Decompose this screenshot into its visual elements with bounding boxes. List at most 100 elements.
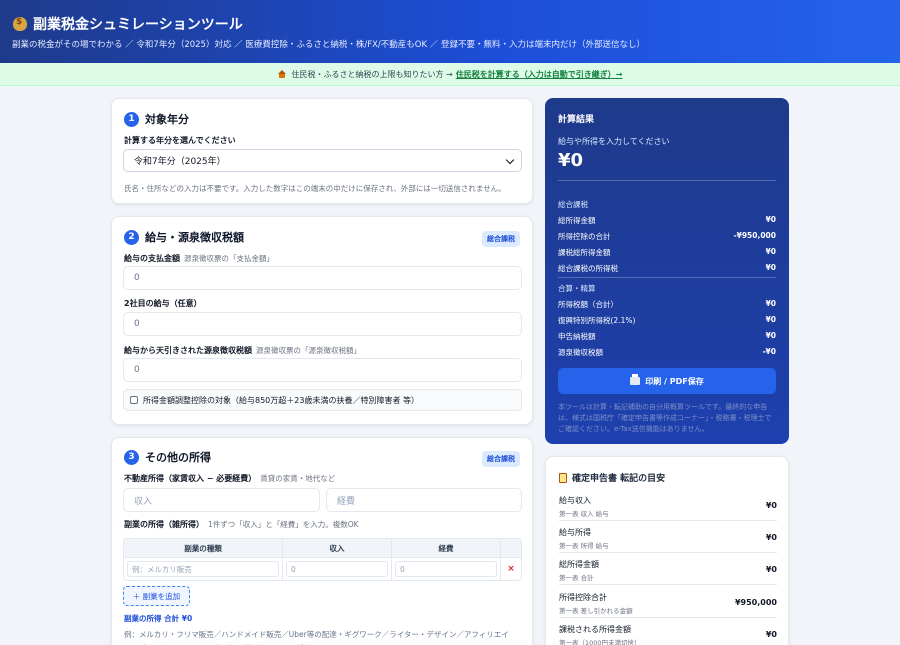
row-value: -¥0 [762, 347, 776, 356]
app-header: 副業税金シュミレーションツール 副業の税金がその場でわかる ／ 令和7年分（20… [0, 0, 900, 63]
summary-row-value: ¥0 [765, 501, 777, 510]
withholding-hint: 源泉徴収票の「源泉徴収税額」 [256, 346, 361, 355]
withholding-input[interactable]: 0 [123, 358, 522, 382]
expense-cell: 0 [392, 558, 501, 580]
summary-row-label: 給与所得 [559, 528, 591, 537]
salary-label-text: 給与の支払金額 [124, 254, 180, 263]
adjustment-checkbox[interactable] [130, 396, 138, 404]
result-row: 所得税額（合計） ¥0 [558, 299, 776, 310]
type-cell: 例：メルカリ販売 [124, 558, 283, 580]
page-subtitle: 副業の税金がその場でわかる ／ 令和7年分（2025）対応 ／ 医療費控除・ふる… [12, 40, 645, 50]
summary-row: 総所得金額 第一表 合計 ¥0 [559, 559, 777, 582]
summary-row: 給与所得 第一表 所得 給与 ¥0 [559, 527, 777, 550]
side-income-hint: 1件ずつ「収入」と「経費」を入力。複数OK [208, 520, 359, 529]
filing-summary-card: 確定申告書 転記の目安 給与収入 第一表 収入 給与 ¥0 給与所得 第一表 所… [545, 456, 789, 645]
salary-input[interactable]: 0 [123, 266, 522, 290]
row-value: ¥0 [765, 247, 776, 256]
real-estate-income-input[interactable]: 収入 [123, 488, 320, 512]
withholding-label: 給与から天引きされた源泉徴収税額 源泉徴収票の「源泉徴収税額」 [124, 345, 361, 356]
divider [558, 277, 776, 278]
side-job-income-input[interactable]: 0 [286, 561, 388, 577]
real-estate-expense-input[interactable]: 経費 [326, 488, 522, 512]
section-other-income: 3 その他の所得 総合課税 不動産所得（家賃収入 − 必要経費） 賃貸の家賃・地代… [111, 437, 533, 645]
table-header: 副業の種類 収入 経費 [124, 539, 521, 557]
column-header-actions [501, 539, 521, 557]
second-salary-input[interactable]: 0 [123, 312, 522, 336]
second-salary-label: 2社目の給与（任意） [124, 299, 202, 308]
side-job-type-input[interactable]: 例：メルカリ販売 [127, 561, 279, 577]
page-title-text: 副業税金シュミレーションツール [33, 17, 243, 33]
result-row: 所得控除の合計 -¥950,000 [558, 231, 776, 242]
summary-row: 給与収入 第一表 収入 給与 ¥0 [559, 495, 777, 518]
step-number: 3 [124, 449, 139, 465]
summary-row: 所得控除合計 第一表 差し引かれる金額 ¥950,000 [559, 592, 777, 615]
summary-row: 課税される所得金額 第一表（1000円未満切捨） ¥0 [559, 624, 777, 645]
row-label: 所得控除の合計 [558, 232, 611, 241]
side-job-expense-input[interactable]: 0 [395, 561, 497, 577]
summary-row-sub: 第一表 合計 [559, 574, 594, 582]
summary-row-label: 給与収入 [559, 496, 591, 505]
group-label-settlement: 合算・精算 [558, 284, 596, 293]
clipboard-icon [559, 472, 567, 483]
summary-row-value: ¥950,000 [734, 598, 777, 607]
row-label: 復興特別所得税(2.1%) [558, 316, 636, 325]
row-label: 総合課税の所得税 [558, 264, 618, 273]
section-salary: 2 給与・源泉徴収税額 総合課税 給与の支払金額 源泉徴収票の「支払金額」 0 2… [111, 216, 533, 425]
summary-title-text: 確定申告書 転記の目安 [572, 474, 666, 484]
divider [559, 520, 777, 521]
summary-row-sub: 第一表 収入 給与 [559, 510, 609, 518]
summary-title: 確定申告書 転記の目安 [559, 471, 665, 484]
row-value: ¥0 [765, 263, 776, 272]
divider [559, 552, 777, 553]
page-title: 副業税金シュミレーションツール [13, 14, 243, 34]
summary-row-value: ¥0 [765, 533, 777, 542]
disclaimer: 本ツールは計算・転記補助の自分用概算ツールです。最終的な申告は、様式は国税庁「確… [558, 403, 772, 433]
result-row: 復興特別所得税(2.1%) ¥0 [558, 315, 776, 326]
summary-row-label: 総所得金額 [559, 560, 599, 569]
print-button[interactable]: 印刷 / PDF保存 [558, 368, 776, 394]
resident-tax-link[interactable]: 住民税を計算する（入力は自動で引き継ぎ）→ [456, 69, 623, 80]
section-heading: 3 その他の所得 [124, 449, 211, 465]
real-estate-label-text: 不動産所得（家賃収入 − 必要経費） [124, 474, 257, 483]
step-number: 2 [124, 229, 139, 245]
adjustment-deduction-option[interactable]: 所得金額調整控除の対象（給与850万超＋23歳未満の扶養／特別障害者 等） [123, 389, 522, 411]
side-income-examples: 例：メルカリ・フリマ販売／ハンドメイド販売／Uber等の配達・ギグワーク／ライタ… [124, 630, 509, 645]
summary-row-sub: 第一表（1000円未満切捨） [559, 639, 641, 645]
year-select[interactable]: 令和7年分（2025年） [123, 149, 522, 172]
result-row: 総合課税の所得税 ¥0 [558, 263, 776, 274]
house-icon [277, 70, 287, 78]
delete-cell: × [501, 558, 521, 580]
step-number: 1 [124, 111, 139, 127]
delete-row-icon[interactable]: × [507, 564, 515, 574]
divider [559, 584, 777, 585]
row-label: 課税総所得金額 [558, 248, 611, 257]
section-target-year: 1 対象年分 計算する年分を選んでください 令和7年分（2025年） 氏名・住所… [111, 98, 533, 204]
row-label: 申告納税額 [558, 332, 596, 341]
resident-tax-banner: 住民税・ふるさと納税の上限も知りたい方 → 住民税を計算する（入力は自動で引き継… [0, 63, 900, 86]
status-badge: 総合課税 [482, 451, 520, 467]
section-title: 給与・源泉徴収税額 [145, 231, 244, 244]
add-side-job-button[interactable]: ＋ 副業を追加 [123, 586, 190, 606]
side-income-total: 副業の所得 合計 ¥0 [124, 614, 193, 623]
print-button-label: 印刷 / PDF保存 [645, 376, 704, 386]
row-value: ¥0 [765, 315, 776, 324]
income-cell: 0 [283, 558, 392, 580]
row-value: ¥0 [765, 215, 776, 224]
side-income-label-text: 副業の所得（雑所得） [124, 520, 204, 529]
row-value: -¥950,000 [733, 231, 777, 240]
divider [558, 180, 776, 181]
summary-row-value: ¥0 [765, 630, 777, 639]
row-label: 所得税額（合計） [558, 300, 618, 309]
result-row: 総所得金額 ¥0 [558, 215, 776, 226]
row-value: ¥0 [765, 299, 776, 308]
result-row: 課税総所得金額 ¥0 [558, 247, 776, 258]
side-income-table: 副業の種類 収入 経費 例：メルカリ販売 0 0 × [123, 538, 522, 581]
summary-row-value: ¥0 [765, 565, 777, 574]
privacy-note: 氏名・住所などの入力は不要です。入力した数字はこの端末の中だけに保存され、外部に… [124, 184, 506, 193]
section-title: 対象年分 [145, 113, 189, 126]
result-row: 源泉徴収税額 -¥0 [558, 347, 776, 358]
row-value: ¥0 [765, 331, 776, 340]
summary-row-sub: 第一表 所得 給与 [559, 542, 609, 550]
section-heading: 2 給与・源泉徴収税額 [124, 229, 244, 245]
column-header-expense: 経費 [392, 539, 501, 557]
